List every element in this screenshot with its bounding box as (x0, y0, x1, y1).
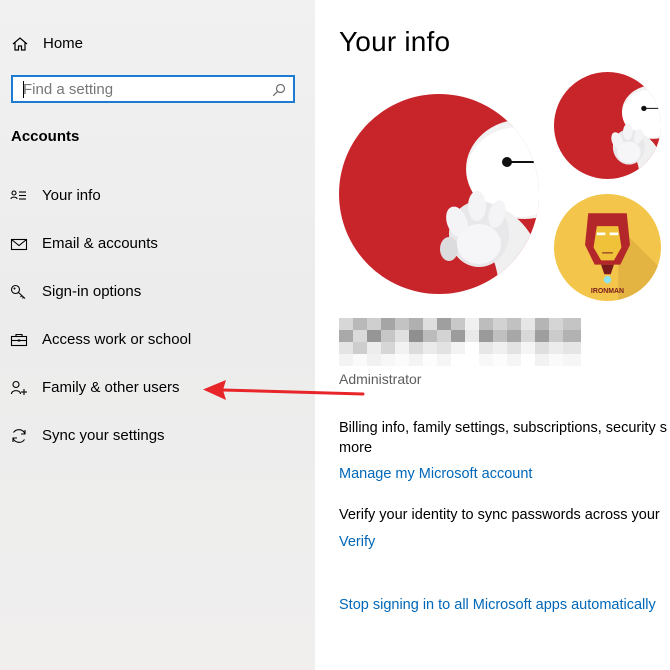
add-person-icon (10, 380, 27, 395)
text-caret (23, 81, 24, 98)
sidebar-item-label: Family & other users (42, 379, 180, 396)
home-nav-item[interactable]: Home (0, 30, 315, 58)
billing-description: Billing info, family settings, subscript… (339, 418, 670, 458)
home-icon (12, 37, 28, 51)
sidebar-item-your-info[interactable]: Your info (0, 176, 315, 216)
stop-signing-in-link[interactable]: Stop signing in to all Microsoft apps au… (339, 597, 656, 613)
ironman-caption: IRONMAN (591, 288, 624, 295)
verify-identity-text: Verify your identity to sync passwords a… (339, 507, 660, 523)
sidebar-item-sign-in-options[interactable]: Sign-in options (0, 272, 315, 312)
briefcase-icon (10, 333, 28, 347)
sidebar-item-email-accounts[interactable]: Email & accounts (0, 224, 315, 264)
redacted-user-name (339, 318, 581, 366)
key-icon (10, 284, 26, 299)
sidebar-item-label: Your info (42, 187, 101, 204)
search-icon[interactable] (272, 83, 286, 97)
profile-picture-option-2[interactable]: IRONMAN (554, 194, 661, 301)
main-content: Your info IRONMAN Administrator Billing … (315, 0, 670, 670)
sidebar-item-label: Sign-in options (42, 283, 142, 300)
sidebar-item-label: Access work or school (42, 331, 192, 348)
profile-picture-large (339, 94, 539, 294)
annotation-arrow (203, 380, 365, 400)
sidebar-item-sync-settings[interactable]: Sync your settings (0, 416, 315, 456)
sidebar-item-access-work-school[interactable]: Access work or school (0, 320, 315, 360)
sidebar-item-label: Sync your settings (42, 427, 165, 444)
billing-text-line1: Billing info, family settings, subscript… (339, 420, 667, 436)
mail-icon (10, 238, 28, 251)
billing-text-line2: more (339, 440, 373, 456)
settings-search-box[interactable] (11, 75, 295, 103)
settings-sidebar: Home Accounts Your info Email & accounts (0, 0, 315, 670)
home-label: Home (43, 35, 84, 52)
verify-link[interactable]: Verify (339, 534, 375, 550)
search-input[interactable] (23, 80, 263, 98)
section-title: Accounts (11, 128, 80, 145)
sync-icon (12, 429, 26, 443)
profile-picture-option-1[interactable] (554, 72, 661, 179)
sidebar-item-label: Email & accounts (42, 235, 158, 252)
page-title: Your info (339, 26, 451, 57)
contact-card-icon (10, 190, 26, 200)
manage-microsoft-account-link[interactable]: Manage my Microsoft account (339, 466, 532, 482)
